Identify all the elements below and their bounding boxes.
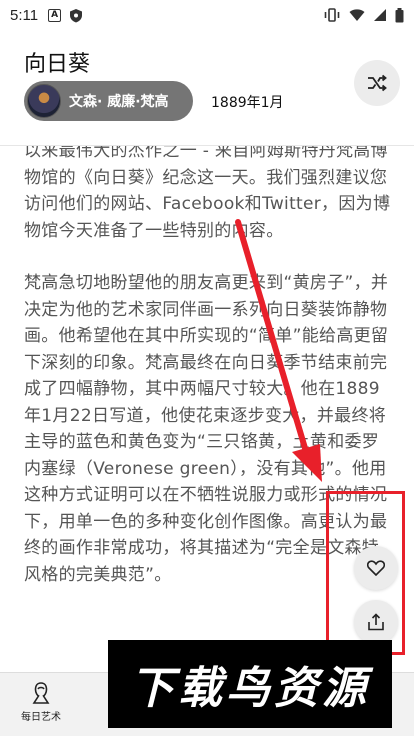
artwork-header: 向日葵 文森· 威廉·梵高 1889年1月 [0, 30, 414, 146]
status-right-icons [323, 7, 404, 23]
screen: 5:11 A 向日葵 文森· 威廉·梵高 1889年1月 以来最伟大的杰作之一 … [0, 0, 414, 736]
artwork-date: 1889年1月 [211, 95, 284, 111]
artist-chip[interactable]: 文森· 威廉·梵高 [24, 81, 193, 121]
shuffle-button[interactable] [354, 60, 400, 106]
signal-icon [374, 9, 386, 21]
description-paragraph: 以来最伟大的杰作之一 - 来自阿姆斯特丹梵高博物馆的《向日葵》纪念这一天。我们强… [24, 146, 391, 241]
status-time: 5:11 [10, 6, 39, 24]
a-notification-icon: A [48, 8, 62, 22]
nav-label-daily-art: 每日艺术 [21, 712, 61, 723]
status-left-icons: A [48, 8, 83, 23]
shuffle-icon [368, 74, 387, 92]
wifi-icon [349, 9, 365, 21]
watermark-text: 下载鸟资源 [130, 663, 370, 714]
watermark: 下载鸟资源 [108, 640, 392, 728]
art-bust-icon [32, 682, 50, 704]
battery-icon [395, 7, 404, 22]
nav-item-daily-art[interactable]: 每日艺术 [8, 681, 74, 723]
artist-name: 文森· 威廉·梵高 [69, 94, 169, 110]
status-bar: 5:11 A [0, 0, 414, 30]
annotation-highlight-box [326, 491, 405, 655]
shield-icon [70, 8, 83, 22]
artwork-title: 向日葵 [24, 52, 91, 77]
artist-avatar [27, 84, 61, 118]
vibrate-icon [324, 8, 340, 22]
